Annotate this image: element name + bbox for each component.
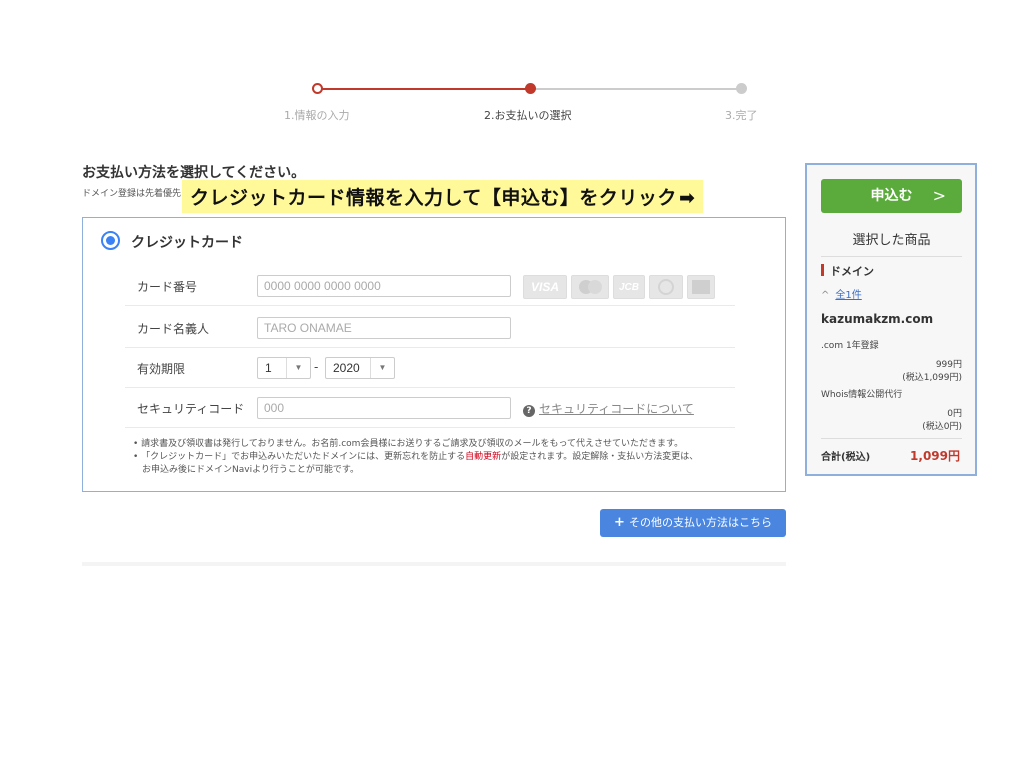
visa-logo-icon: VISA xyxy=(523,275,567,299)
page-note: ドメイン登録は先着優先 xyxy=(82,189,182,199)
cart-item-count: 全1件 xyxy=(835,290,862,301)
other-payment-button[interactable]: + その他の支払い方法はこちら xyxy=(600,509,786,537)
chevron-down-icon: ▼ xyxy=(286,358,310,378)
question-icon: ? xyxy=(523,405,535,417)
cart-section-label: ドメイン xyxy=(821,263,874,279)
step-3-dot xyxy=(736,83,747,94)
stepper-line-complete xyxy=(318,88,531,90)
note-line-2: • 「クレジットカード」でお申込みいただいたドメインには、更新忘れを防止する自動… xyxy=(133,451,698,464)
chevron-right-icon: > xyxy=(932,186,946,205)
security-code-label: セキュリティコード xyxy=(137,402,245,416)
chevron-down-icon: ▼ xyxy=(370,358,394,378)
cart-item-name: Whois情報公開代行 xyxy=(821,390,903,400)
card-name-row: カード名義人 xyxy=(125,308,735,348)
step-2-label: 2.お支払いの選択 xyxy=(484,109,572,122)
cart-total-value: 1,099円 xyxy=(910,449,960,463)
cart-total: 合計(税込) 1,099円 xyxy=(821,438,962,463)
cart-item-price: 0円 xyxy=(947,409,962,419)
cart-panel: 申込む > 選択した商品 ドメイン ^ 全1件 kazumakzm.com .co… xyxy=(805,163,977,476)
credit-card-panel: クレジットカード カード番号 VISA JCB カード名義人 有効期限 1 ▼ … xyxy=(82,217,786,492)
annotation-text: クレジットカード情報を入力して【申込む】をクリック xyxy=(190,187,677,209)
section-divider xyxy=(82,562,786,566)
payment-notes: • 請求書及び領収書は発行しておりません。お名前.com会員様にお送りするご請求… xyxy=(133,438,698,477)
apply-button[interactable]: 申込む > xyxy=(821,179,962,213)
expiry-year-select[interactable]: 2020 ▼ xyxy=(325,357,395,379)
note-line-1: • 請求書及び領収書は発行しておりません。お名前.com会員様にお送りするご請求… xyxy=(133,439,684,449)
note-line-2-post: が設定されます。設定解除・支払い方法変更は、 xyxy=(501,452,699,462)
cart-line-item: .com 1年登録 999円 (税込1,099円) xyxy=(821,338,962,383)
credit-card-title[interactable]: クレジットカード xyxy=(131,232,243,252)
mastercard-logo-icon xyxy=(571,275,609,299)
note-line-3: お申込み後にドメインNaviより行うことが可能です。 xyxy=(142,465,359,475)
expiry-separator: - xyxy=(314,360,319,374)
credit-card-radio[interactable] xyxy=(101,231,120,250)
progress-stepper: 1.情報の入力 2.お支払いの選択 3.完了 xyxy=(270,80,790,130)
expiry-row: 有効期限 1 ▼ - 2020 ▼ xyxy=(125,348,735,388)
card-name-label: カード名義人 xyxy=(137,322,210,336)
expiry-label: 有効期限 xyxy=(137,362,186,376)
cart-item-toggle[interactable]: ^ 全1件 xyxy=(821,286,862,301)
card-number-input[interactable] xyxy=(257,275,511,297)
page-title: お支払い方法を選択してください。 xyxy=(82,165,306,181)
expiry-month-select[interactable]: 1 ▼ xyxy=(257,357,311,379)
expiry-year-value: 2020 xyxy=(333,361,360,375)
security-code-help-link[interactable]: ? セキュリティコードについて xyxy=(523,400,694,417)
stepper-line-pending xyxy=(531,88,742,90)
jcb-logo-icon: JCB xyxy=(613,275,645,299)
plus-icon: + xyxy=(614,515,625,530)
step-3-label: 3.完了 xyxy=(725,109,758,122)
step-2-dot xyxy=(525,83,536,94)
cart-domain-name: kazumakzm.com xyxy=(821,312,934,326)
cart-item-tax: (税込0円) xyxy=(922,422,962,432)
amex-logo-icon xyxy=(687,275,715,299)
apply-button-label: 申込む xyxy=(870,188,913,204)
card-name-input[interactable] xyxy=(257,317,511,339)
chevron-up-icon: ^ xyxy=(821,290,830,301)
expiry-month-value: 1 xyxy=(265,361,272,375)
cart-item-tax: (税込1,099円) xyxy=(902,373,962,383)
security-code-input[interactable] xyxy=(257,397,511,419)
cart-total-label: 合計(税込) xyxy=(821,452,871,463)
security-code-help-text: セキュリティコードについて xyxy=(539,402,694,416)
diners-logo-icon xyxy=(649,275,683,299)
instruction-annotation: クレジットカード情報を入力して【申込む】をクリック ➡ xyxy=(182,180,704,213)
cart-line-item: Whois情報公開代行 0円 (税込0円) xyxy=(821,387,962,432)
other-payment-label: その他の支払い方法はこちら xyxy=(628,516,772,529)
auto-renew-text: 自動更新 xyxy=(465,452,502,462)
step-1-dot xyxy=(312,83,323,94)
step-1-label: 1.情報の入力 xyxy=(284,109,350,122)
note-line-2-pre: • 「クレジットカード」でお申込みいただいたドメインには、更新忘れを防止する xyxy=(133,452,466,462)
cart-item-price: 999円 xyxy=(935,360,962,370)
cart-item-name: .com 1年登録 xyxy=(821,341,879,351)
card-number-row: カード番号 VISA JCB xyxy=(125,266,735,306)
card-number-label: カード番号 xyxy=(137,280,198,294)
security-code-row: セキュリティコード ? セキュリティコードについて xyxy=(125,388,735,428)
cart-heading: 選択した商品 xyxy=(821,229,962,257)
right-arrow-icon: ➡ xyxy=(678,187,696,209)
